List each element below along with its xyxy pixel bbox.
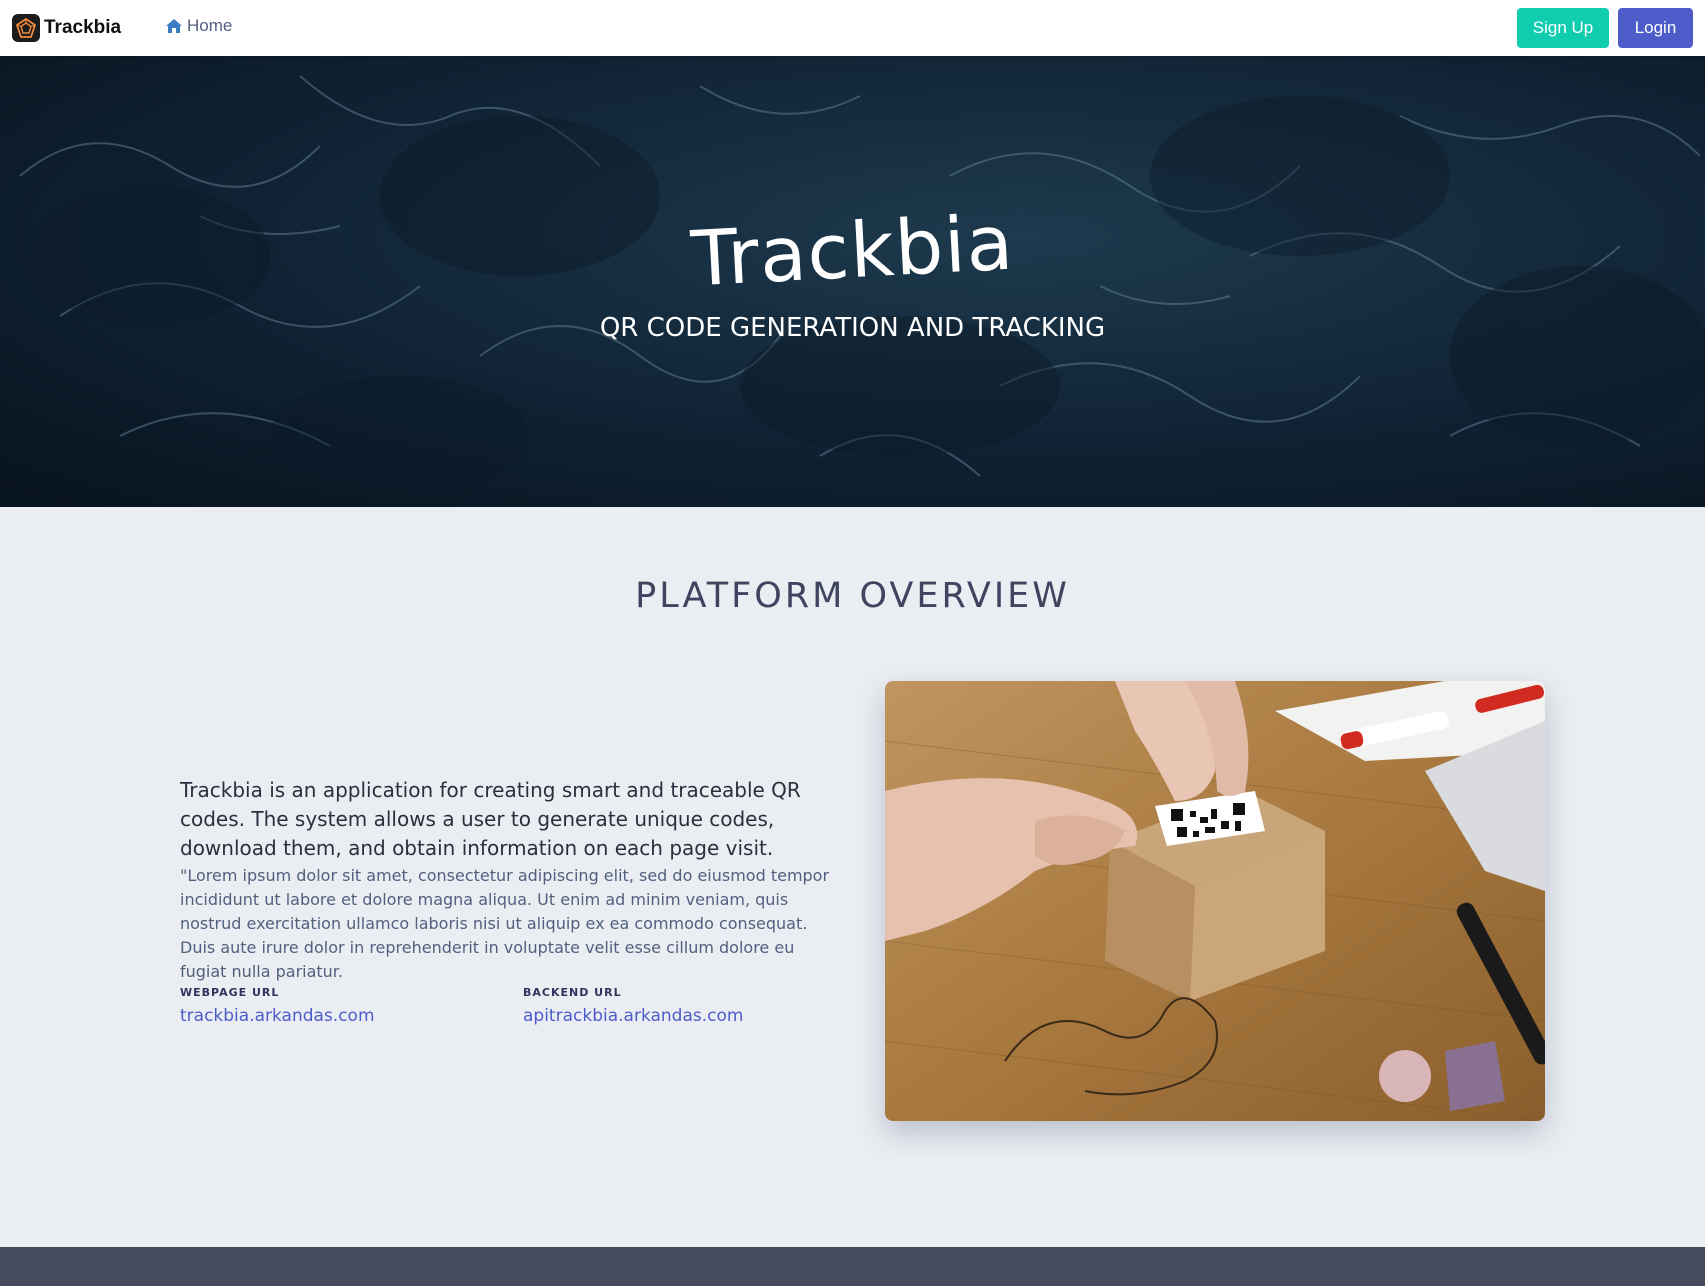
webpage-url-label: WEBPAGE URL xyxy=(180,986,280,999)
home-icon xyxy=(165,18,183,34)
brand-link[interactable]: Trackbia xyxy=(12,13,121,43)
backend-url-link[interactable]: apitrackbia.arkandas.com xyxy=(523,1006,743,1026)
overview-description: "Lorem ipsum dolor sit amet, consectetur… xyxy=(180,866,830,981)
nav-home-label: Home xyxy=(187,16,233,35)
sign-up-button[interactable]: Sign Up xyxy=(1517,8,1609,48)
nav-home-link[interactable]: Home xyxy=(165,16,232,36)
hero-banner: Trackbia QR CODE GENERATION AND TRACKING xyxy=(0,56,1705,507)
top-navbar: Trackbia Home Sign Up Login xyxy=(0,0,1705,56)
section-title: PLATFORM OVERVIEW xyxy=(635,576,1070,616)
backend-url-label: BACKEND URL xyxy=(523,986,622,999)
login-button[interactable]: Login xyxy=(1618,8,1693,48)
overview-photo xyxy=(885,681,1545,1121)
trackbia-logo-icon xyxy=(12,14,40,42)
brand-name: Trackbia xyxy=(44,17,122,38)
hero-subtitle: QR CODE GENERATION AND TRACKING xyxy=(599,313,1106,343)
overview-lead: Trackbia is an application for creating … xyxy=(180,778,801,860)
webpage-url-link[interactable]: trackbia.arkandas.com xyxy=(180,1006,375,1026)
footer-band xyxy=(0,1247,1705,1286)
